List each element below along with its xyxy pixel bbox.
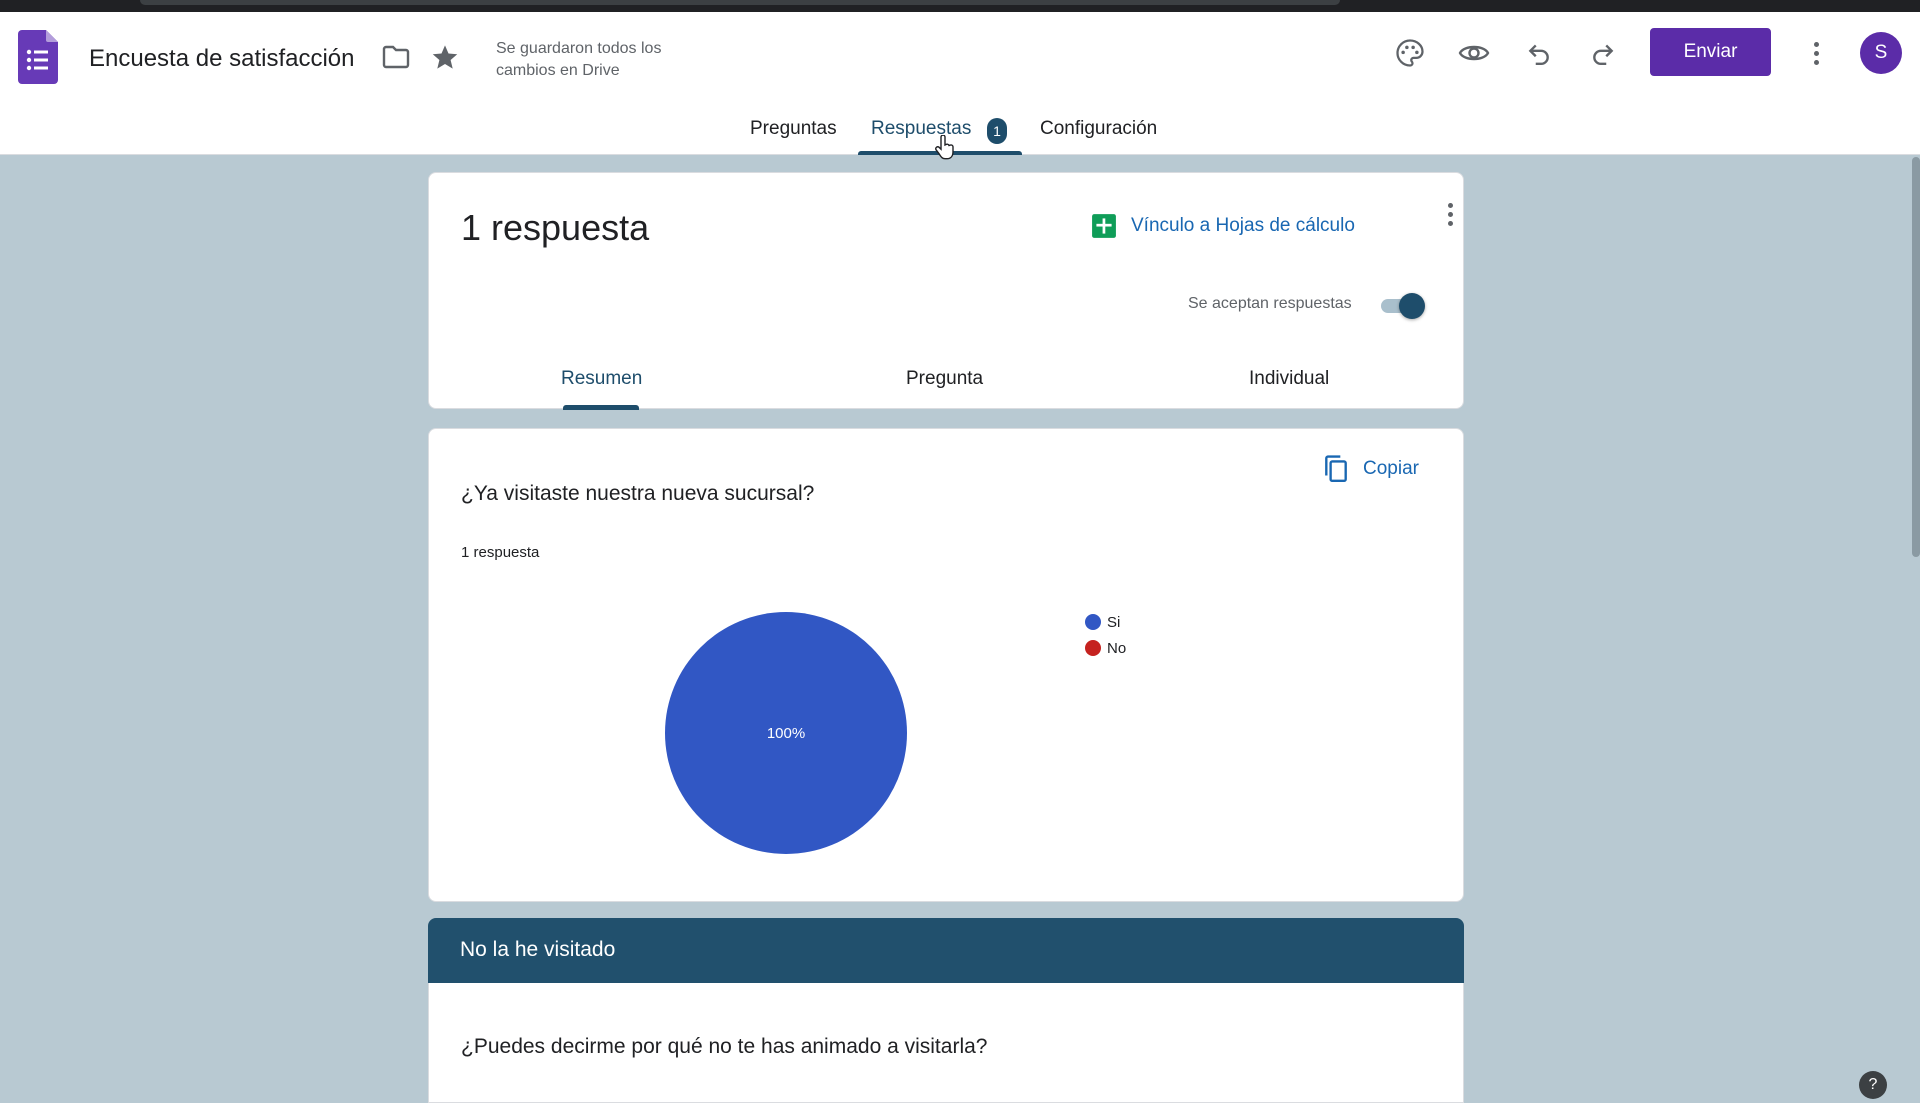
sheets-icon <box>1092 214 1116 238</box>
legend-label: No <box>1107 639 1127 657</box>
send-button[interactable]: Enviar <box>1650 28 1771 76</box>
save-status: Se guardaron todos los cambios en Drive <box>496 40 662 79</box>
copy-chart-button[interactable]: Copiar <box>1323 455 1419 483</box>
pie-chart: 100% <box>665 612 907 854</box>
subtab-individual[interactable]: Individual <box>1249 368 1329 390</box>
browser-top-strip <box>0 0 1920 12</box>
hand-pointer-cursor-icon <box>935 135 954 160</box>
legend-item-si: Si <box>1085 609 1126 635</box>
preview-eye-icon[interactable] <box>1456 35 1492 71</box>
star-icon[interactable] <box>427 39 463 75</box>
question-summary-card: Copiar ¿Ya visitaste nuestra nueva sucur… <box>428 428 1464 902</box>
tab-configuracion[interactable]: Configuración <box>1040 118 1157 140</box>
undo-icon[interactable] <box>1521 35 1557 71</box>
section-question-title: ¿Puedes decirme por qué no te has animad… <box>461 1035 988 1058</box>
subtab-pregunta[interactable]: Pregunta <box>906 368 983 390</box>
accepting-responses-toggle[interactable] <box>1379 291 1429 321</box>
responses-more-options-icon[interactable] <box>1435 199 1465 229</box>
help-icon[interactable]: ? <box>1859 1071 1887 1099</box>
google-forms-logo-icon[interactable] <box>18 30 58 84</box>
redo-icon[interactable] <box>1585 35 1621 71</box>
section-question-card: ¿Puedes decirme por qué no te has animad… <box>428 983 1464 1103</box>
legend-item-no: No <box>1085 635 1126 661</box>
legend-swatch <box>1085 614 1101 630</box>
app-header: Encuesta de satisfacción Se guardaron to… <box>0 12 1920 155</box>
pie-slice-label: 100% <box>767 725 805 742</box>
copy-icon <box>1325 455 1347 483</box>
more-options-icon[interactable] <box>1801 38 1831 68</box>
responses-count-badge: 1 <box>987 118 1007 144</box>
active-subtab-indicator <box>563 405 639 410</box>
copy-label: Copiar <box>1363 458 1419 479</box>
legend-swatch <box>1085 640 1101 656</box>
tab-respuestas[interactable]: Respuestas <box>871 118 971 140</box>
link-to-sheets-label: Vínculo a Hojas de cálculo <box>1131 215 1355 236</box>
link-to-sheets-button[interactable]: Vínculo a Hojas de cálculo <box>1091 213 1355 239</box>
page-scrollbar[interactable] <box>1912 157 1920 557</box>
form-title[interactable]: Encuesta de satisfacción <box>89 45 355 73</box>
avatar[interactable]: S <box>1860 32 1902 74</box>
accepting-responses-label: Se aceptan respuestas <box>1188 295 1352 312</box>
palette-icon[interactable] <box>1392 35 1428 71</box>
legend-label: Si <box>1107 613 1121 631</box>
tab-preguntas[interactable]: Preguntas <box>750 118 837 140</box>
folder-icon[interactable] <box>378 39 414 75</box>
browser-bar <box>140 0 1340 5</box>
responses-count-title: 1 respuesta <box>461 207 650 248</box>
chart-legend: Si No <box>1085 609 1126 661</box>
responses-summary-card: 1 respuesta Vínculo a Hojas de cálculo S… <box>428 172 1465 410</box>
subtab-resumen[interactable]: Resumen <box>561 368 642 390</box>
section-header: No la he visitado <box>428 918 1464 983</box>
